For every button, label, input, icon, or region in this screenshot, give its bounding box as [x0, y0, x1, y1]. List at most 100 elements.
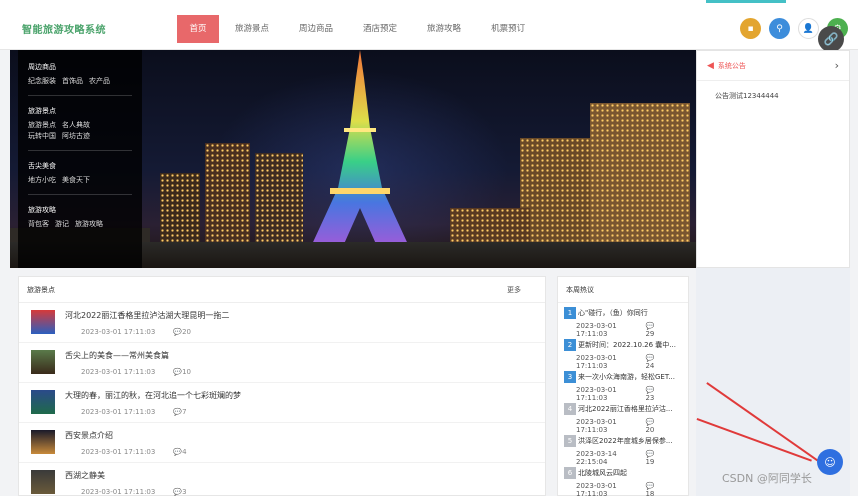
- menu-group: 周边商品 纪念服装 首饰品 农产品: [28, 62, 132, 96]
- hot-topics-section: 本周热议 1 心"碰行，（鱼）你同行 2023-03-01 17:11:03 💬 2…: [557, 276, 689, 496]
- hot-title[interactable]: 洪泽区2022年度城乡居保参...: [578, 436, 673, 446]
- hot-title[interactable]: 来一次小众海南游，轻松GET...: [578, 372, 675, 382]
- more-link[interactable]: 更多: [507, 285, 521, 295]
- list-item[interactable]: 河北2022丽江香格里拉泸沽湖大理昆明一拖二 2023-03-01 17:11:…: [19, 303, 545, 343]
- list-item[interactable]: 大理的春，丽江的秋，在河北追一个七彩斑斓的梦 2023-03-01 17:11:…: [19, 383, 545, 423]
- comment-icon: 💬: [645, 418, 655, 426]
- chevron-right-icon[interactable]: ›: [835, 59, 839, 72]
- rank-badge: 1: [564, 306, 576, 319]
- nav-attractions[interactable]: 旅游景点: [221, 15, 283, 43]
- nav-products[interactable]: 周边商品: [285, 15, 347, 43]
- attractions-section: 旅游景点 更多 河北2022丽江香格里拉泸沽湖大理昆明一拖二 2023-03-0…: [18, 276, 546, 496]
- link-icon[interactable]: 🔗: [818, 26, 844, 52]
- hot-title[interactable]: 北陵城风云四起: [578, 468, 627, 478]
- menu-subitem[interactable]: 旅游攻略: [75, 220, 103, 228]
- menu-title[interactable]: 舌尖美食: [28, 161, 132, 171]
- list-item[interactable]: 西安景点介绍 2023-03-01 17:11:03 💬4: [19, 423, 545, 463]
- hot-time: 2023-03-01 17:11:03: [576, 418, 617, 434]
- item-title[interactable]: 大理的春，丽江的秋，在河北追一个七彩斑斓的梦: [65, 390, 533, 401]
- rank-badge: 3: [564, 370, 576, 383]
- menu-subitems: 旅游景点 名人典故 玩转中国 阿坊古迹: [28, 120, 132, 142]
- hot-title[interactable]: 心"碰行，（鱼）你同行: [578, 308, 648, 318]
- item-title[interactable]: 河北2022丽江香格里拉泸沽湖大理昆明一拖二: [65, 310, 533, 321]
- category-menu: 周边商品 纪念服装 首饰品 农产品 旅游景点 旅游景点 名人典故 玩转中国 阿坊古迹 舌…: [18, 50, 142, 268]
- cart-icon[interactable]: ▪: [740, 18, 761, 39]
- notice-content[interactable]: 公告测试12344444: [697, 81, 849, 111]
- menu-subitem[interactable]: 首饰品: [62, 77, 83, 85]
- notice-header: ◀ 系统公告 ›: [697, 51, 849, 81]
- list-item[interactable]: 西湖之静美 2023-03-01 17:11:03 💬3: [19, 463, 545, 496]
- comment-icon: 💬: [645, 322, 655, 330]
- item-meta: 2023-03-01 17:11:03 💬7: [65, 408, 533, 416]
- thumbnail: [31, 350, 55, 374]
- menu-subitem[interactable]: 美食天下: [62, 176, 90, 184]
- menu-subitem[interactable]: 地方小吃: [28, 176, 56, 184]
- list-item[interactable]: 舌尖上的美食——常州美食篇 2023-03-01 17:11:03 💬10: [19, 343, 545, 383]
- search-icon[interactable]: ⚲: [769, 18, 790, 39]
- menu-title[interactable]: 旅游攻略: [28, 205, 132, 215]
- menu-subitem[interactable]: 游记: [55, 220, 69, 228]
- nav-guides[interactable]: 旅游攻略: [413, 15, 475, 43]
- hot-title[interactable]: 河北2022丽江香格里拉泸沽...: [578, 404, 673, 414]
- hot-item[interactable]: 1 心"碰行，（鱼）你同行 2023-03-01 17:11:03 💬 29: [558, 303, 688, 338]
- item-time: 2023-03-01 17:11:03: [81, 408, 156, 416]
- menu-group: 旅游攻略 背包客 游记 旅游攻略: [28, 205, 132, 238]
- nav-home[interactable]: 首页: [177, 15, 219, 43]
- item-meta: 2023-03-01 17:11:03 💬3: [65, 488, 533, 496]
- hot-item[interactable]: 6 北陵城风云四起 2023-03-01 17:11:03 💬 18: [558, 463, 688, 496]
- comment-count: 29: [645, 330, 655, 338]
- tower-illustration: [308, 50, 412, 253]
- rank-badge: 5: [564, 434, 576, 447]
- menu-group: 旅游景点 旅游景点 名人典故 玩转中国 阿坊古迹: [28, 106, 132, 151]
- nav-hotel[interactable]: 酒店预定: [349, 15, 411, 43]
- menu-subitem[interactable]: 农产品: [89, 77, 110, 85]
- menu-subitem[interactable]: 旅游景点: [28, 121, 56, 129]
- user-icon[interactable]: 👤: [798, 18, 819, 39]
- item-title[interactable]: 西湖之静美: [65, 470, 533, 481]
- hot-time: 2023-03-01 17:11:03: [576, 354, 617, 370]
- menu-subitems: 背包客 游记 旅游攻略: [28, 219, 132, 230]
- section-title: 旅游景点: [27, 285, 55, 294]
- comment-icon: 💬: [173, 448, 183, 456]
- comment-count: 23: [645, 394, 655, 402]
- notice-title: 系统公告: [717, 61, 746, 70]
- menu-title[interactable]: 周边商品: [28, 62, 132, 72]
- comment-icon: 💬: [173, 328, 183, 336]
- comment-count: 3: [182, 488, 187, 496]
- menu-subitem[interactable]: 阿坊古迹: [62, 132, 90, 140]
- hot-time: 2023-03-01 17:11:03: [576, 482, 617, 496]
- hot-item[interactable]: 2 更新时间：2022.10.26 囊中... 2023-03-01 17:11:…: [558, 335, 688, 370]
- item-title[interactable]: 舌尖上的美食——常州美食篇: [65, 350, 533, 361]
- help-chat-icon[interactable]: ☺: [817, 449, 843, 475]
- hot-time: 2023-03-14 22:15:04: [576, 450, 617, 466]
- comment-count: 10: [182, 368, 191, 376]
- menu-subitem[interactable]: 纪念服装: [28, 77, 56, 85]
- item-time: 2023-03-01 17:11:03: [81, 328, 156, 336]
- menu-subitem[interactable]: 名人典故: [62, 121, 90, 129]
- menu-title[interactable]: 旅游景点: [28, 106, 132, 116]
- hot-item[interactable]: 5 洪泽区2022年度城乡居保参... 2023-03-14 22:15:04 💬 …: [558, 431, 688, 466]
- main-nav: 首页 旅游景点 周边商品 酒店预定 旅游攻略 机票预订: [177, 15, 541, 43]
- thumbnail: [31, 470, 55, 494]
- hot-time: 2023-03-01 17:11:03: [576, 322, 617, 338]
- attractions-header: 旅游景点 更多: [19, 277, 545, 303]
- hot-item[interactable]: 4 河北2022丽江香格里拉泸沽... 2023-03-01 17:11:03 💬 …: [558, 399, 688, 434]
- thumbnail: [31, 390, 55, 414]
- item-title[interactable]: 西安景点介绍: [65, 430, 533, 441]
- thumbnail: [31, 430, 55, 454]
- comment-count: 20: [182, 328, 191, 336]
- notice-panel: ◀ 系统公告 › 公告测试12344444: [696, 50, 850, 268]
- hot-item[interactable]: 3 来一次小众海南游，轻松GET... 2023-03-01 17:11:03 💬 …: [558, 367, 688, 402]
- comment-count: 19: [645, 458, 655, 466]
- item-time: 2023-03-01 17:11:03: [81, 488, 156, 496]
- rank-badge: 6: [564, 466, 576, 479]
- item-meta: 2023-03-01 17:11:03 💬4: [65, 448, 533, 456]
- menu-subitem[interactable]: 背包客: [28, 220, 49, 228]
- comment-icon: 💬: [173, 408, 183, 416]
- site-logo[interactable]: 智能旅游攻略系统: [22, 21, 106, 36]
- menu-subitem[interactable]: 玩转中国: [28, 132, 56, 140]
- item-meta: 2023-03-01 17:11:03 💬10: [65, 368, 533, 376]
- hot-title[interactable]: 更新时间：2022.10.26 囊中...: [578, 340, 676, 350]
- nav-flights[interactable]: 机票预订: [477, 15, 539, 43]
- comment-icon: 💬: [645, 482, 655, 490]
